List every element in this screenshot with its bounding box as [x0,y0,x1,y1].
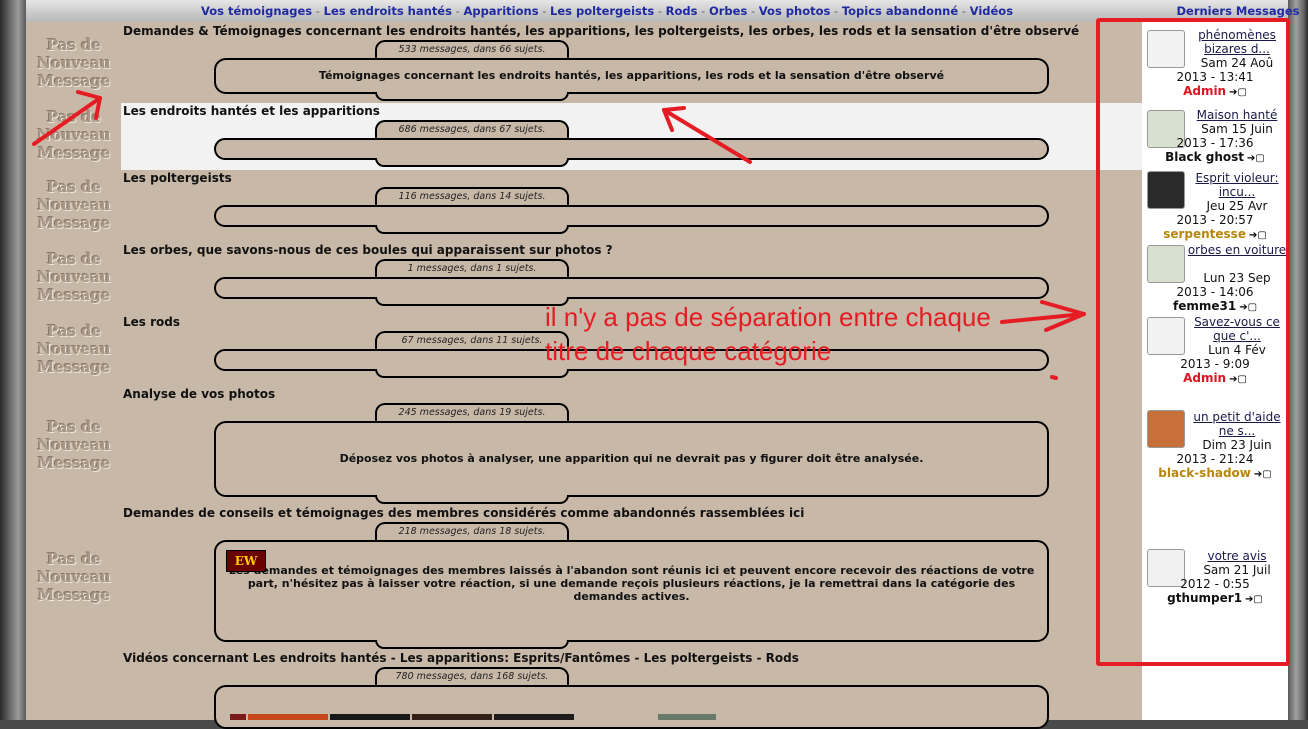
annotation-arrow-left [32,96,102,146]
annotation-arrow-center [662,108,752,164]
annotation-dot [1050,375,1058,380]
annotation-arrows [32,90,1086,380]
